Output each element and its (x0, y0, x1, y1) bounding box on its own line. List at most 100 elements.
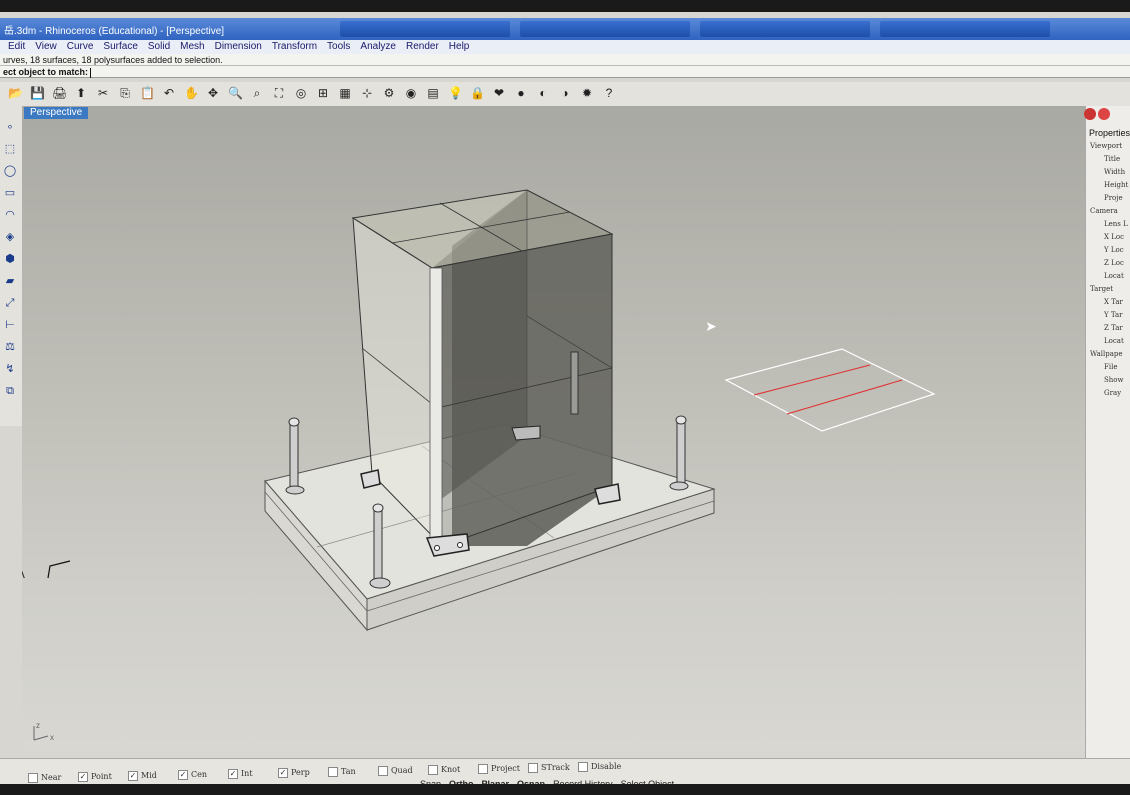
shade-icon[interactable]: ● (514, 86, 528, 100)
osnap-tan[interactable]: Tan (328, 767, 356, 777)
bracket[interactable] (511, 425, 541, 441)
osnap-checkbox[interactable] (328, 767, 338, 777)
rotate-icon[interactable]: ✥ (206, 86, 220, 100)
osnap-checkbox[interactable] (478, 764, 488, 774)
analyze-icon[interactable]: ⚖ (3, 340, 17, 354)
undo-icon[interactable]: ↶ (162, 86, 176, 100)
menu-item-edit[interactable]: Edit (8, 40, 25, 54)
property-row[interactable]: Target (1090, 285, 1113, 293)
status-pane-osnap[interactable]: Osnap (517, 779, 545, 784)
menu-item-analyze[interactable]: Analyze (360, 40, 396, 54)
transform-icon[interactable]: ⤢ (3, 296, 17, 310)
lock-icon[interactable]: 🔒 (470, 86, 485, 100)
command-input-caret[interactable] (90, 67, 92, 78)
layers-tab-icon[interactable] (1098, 108, 1110, 120)
osnap-checkbox[interactable] (578, 762, 588, 772)
osnap-checkbox[interactable]: ✓ (78, 772, 88, 782)
property-row[interactable]: Locat (1104, 337, 1124, 345)
menu-item-dimension[interactable]: Dimension (215, 40, 262, 54)
settings-icon[interactable]: ✹ (580, 86, 594, 100)
property-row[interactable]: Y Loc (1104, 246, 1124, 254)
osnap-quad[interactable]: Quad (378, 766, 413, 776)
property-row[interactable]: Proje (1104, 194, 1123, 202)
zoom-extents-icon[interactable]: ⛶ (272, 86, 286, 100)
zoom-window-icon[interactable]: ⌕ (250, 86, 264, 100)
menu-item-render[interactable]: Render (406, 40, 439, 54)
status-pane-ortho[interactable]: Ortho (449, 779, 474, 784)
osnap-checkbox[interactable]: ✓ (178, 770, 188, 780)
property-row[interactable]: Height (1104, 181, 1128, 189)
model-scene[interactable]: ᐱ z x (22, 106, 1097, 746)
osnap-checkbox[interactable] (528, 763, 538, 773)
osnap-point[interactable]: ✓ Point (78, 772, 112, 782)
osnap-checkbox[interactable]: ✓ (228, 769, 238, 779)
properties-tab-icon[interactable] (1084, 108, 1096, 120)
status-pane-select-object[interactable]: Select Object (621, 779, 675, 784)
menu-item-tools[interactable]: Tools (327, 40, 350, 54)
arc-icon[interactable]: ◠ (3, 208, 17, 222)
print-icon[interactable]: 🖨 (52, 86, 67, 100)
status-pane-snap[interactable]: Snap (420, 779, 441, 784)
render-icon[interactable]: ❤ (492, 86, 506, 100)
property-row[interactable]: File (1104, 363, 1117, 371)
menu-item-view[interactable]: View (35, 40, 57, 54)
pan-icon[interactable]: ✋ (184, 86, 199, 100)
osnap-strack[interactable]: STrack (528, 763, 570, 773)
fillet-icon[interactable]: ↯ (3, 362, 17, 376)
property-row[interactable]: Title (1104, 155, 1120, 163)
menu-item-help[interactable]: Help (449, 40, 470, 54)
property-row[interactable]: X Loc (1104, 233, 1124, 241)
menu-item-solid[interactable]: Solid (148, 40, 170, 54)
material-icon[interactable]: ◐ (536, 86, 550, 100)
taskbar-button[interactable] (520, 21, 690, 37)
osnap-perp[interactable]: ✓ Perp (278, 768, 310, 778)
circle-icon[interactable]: ◯ (3, 164, 17, 178)
status-pane-planar[interactable]: Planar (482, 779, 510, 784)
curve-icon[interactable]: ⬚ (3, 142, 17, 156)
osnap-cen[interactable]: ✓ Cen (178, 770, 207, 780)
group-icon[interactable]: ⧉ (3, 384, 17, 398)
bracket[interactable] (360, 469, 381, 489)
osnap-checkbox[interactable] (428, 765, 438, 775)
osnap-checkbox[interactable] (28, 773, 38, 783)
import-icon[interactable]: ⬆ (74, 86, 88, 100)
copy-icon[interactable]: ⎘ (118, 86, 132, 100)
property-row[interactable]: Lens L (1104, 220, 1128, 228)
rectangle-icon[interactable]: ▭ (3, 186, 17, 200)
osnap-disable[interactable]: Disable (578, 762, 621, 772)
property-row[interactable]: Width (1104, 168, 1125, 176)
property-row[interactable]: Viewport (1090, 142, 1122, 150)
light-icon[interactable]: 💡 (448, 86, 463, 100)
environment-icon[interactable]: ◑ (558, 86, 572, 100)
zoom-icon[interactable]: 🔍 (228, 86, 243, 100)
menu-item-surface[interactable]: Surface (103, 40, 137, 54)
osnap-checkbox[interactable]: ✓ (128, 771, 138, 781)
osnap-project[interactable]: Project (478, 764, 520, 774)
grid-icon[interactable]: ▦ (338, 86, 352, 100)
menu-item-transform[interactable]: Transform (272, 40, 317, 54)
taskbar-button[interactable] (700, 21, 870, 37)
mesh-icon[interactable]: ▰ (3, 274, 17, 288)
osnap-icon[interactable]: ◉ (404, 86, 418, 100)
perspective-viewport[interactable]: Perspective z x ➤ (22, 106, 1097, 746)
layer-icon[interactable]: ▤ (426, 86, 440, 100)
save-icon[interactable]: 💾 (30, 86, 45, 100)
menu-item-mesh[interactable]: Mesh (180, 40, 204, 54)
selected-plane[interactable] (724, 348, 936, 432)
point-icon[interactable]: ∘ (3, 120, 17, 134)
properties-header[interactable]: Properties (1089, 128, 1130, 138)
property-row[interactable]: Z Tar (1104, 324, 1123, 332)
help-icon[interactable]: ? (602, 86, 616, 100)
osnap-checkbox[interactable]: ✓ (278, 768, 288, 778)
taskbar-button[interactable] (340, 21, 510, 37)
property-row[interactable]: X Tar (1104, 298, 1123, 306)
property-row[interactable]: Show (1104, 376, 1124, 384)
post[interactable] (570, 351, 579, 415)
cut-icon[interactable]: ✂ (96, 86, 110, 100)
zoom-selected-icon[interactable]: ◎ (294, 86, 308, 100)
menu-item-curve[interactable]: Curve (67, 40, 94, 54)
osnap-checkbox[interactable] (378, 766, 388, 776)
osnap-mid[interactable]: ✓ Mid (128, 771, 157, 781)
4-views-icon[interactable]: ⊞ (316, 86, 330, 100)
property-row[interactable]: Gray (1104, 389, 1121, 397)
